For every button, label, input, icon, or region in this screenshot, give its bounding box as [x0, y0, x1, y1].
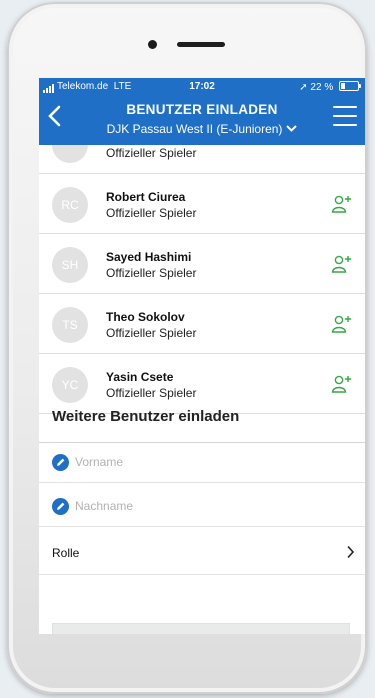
invite-player-button[interactable] [331, 254, 353, 274]
role-selector[interactable]: Rolle [39, 531, 365, 575]
add-user-icon [331, 375, 351, 393]
player-avatar: YC [52, 367, 88, 403]
pencil-icon [52, 454, 69, 471]
battery-fill [341, 83, 345, 89]
app-screen: Telekom.de LTE 17:02 ➚ 22 % BENUTZER EIN… [39, 78, 365, 634]
player-name: Theo Sokolov [106, 310, 185, 324]
player-role: Offizieller Spieler [106, 206, 197, 220]
location-icon: ➚ [299, 82, 308, 93]
battery-status: ➚ 22 % [299, 81, 361, 93]
player-row: YC Yasin Csete Offizieller Spieler [39, 354, 365, 414]
battery-icon [339, 81, 361, 91]
chevron-right-icon [346, 545, 355, 564]
player-row: TS Theo Sokolov Offizieller Spieler [39, 294, 365, 354]
invite-section-title: Weitere Benutzer einladen [52, 408, 240, 425]
app-header: Telekom.de LTE 17:02 ➚ 22 % BENUTZER EIN… [39, 78, 365, 145]
first-name-field[interactable] [39, 443, 365, 483]
page-title: BENUTZER EINLADEN [126, 102, 278, 117]
player-role: Offizieller Spieler [106, 266, 197, 280]
front-camera [148, 40, 157, 49]
player-avatar: TS [52, 307, 88, 343]
battery-percent: 22 % [310, 82, 334, 93]
menu-button[interactable] [333, 106, 357, 126]
player-avatar [52, 145, 88, 163]
pencil-icon [52, 498, 69, 515]
add-user-icon [331, 315, 351, 333]
invite-player-button[interactable] [331, 194, 353, 214]
invite-player-button[interactable] [331, 374, 353, 394]
invite-player-button[interactable] [331, 314, 353, 334]
content-area[interactable]: Offizieller Spieler RC Robert Ciurea Off… [39, 145, 365, 634]
player-row: Offizieller Spieler [39, 145, 365, 174]
player-role: Offizieller Spieler [106, 326, 197, 340]
last-name-field[interactable] [39, 487, 365, 527]
player-row: RC Robert Ciurea Offizieller Spieler [39, 174, 365, 234]
team-name: DJK Passau West II (E-Junioren) [106, 122, 283, 136]
invite-button[interactable]: Einladen [52, 623, 350, 634]
phone-frame: Telekom.de LTE 17:02 ➚ 22 % BENUTZER EIN… [7, 2, 367, 694]
status-bar: Telekom.de LTE 17:02 ➚ 22 % [39, 81, 365, 95]
player-avatar: SH [52, 247, 88, 283]
add-user-icon [331, 195, 351, 213]
first-name-input[interactable] [75, 452, 345, 472]
player-role: Offizieller Spieler [106, 146, 197, 160]
player-name: Yasin Csete [106, 370, 174, 384]
player-role: Offizieller Spieler [106, 386, 197, 400]
add-user-icon [331, 255, 351, 273]
team-selector[interactable]: DJK Passau West II (E-Junioren) [39, 121, 365, 136]
earpiece-speaker [177, 42, 225, 47]
role-label: Rolle [52, 546, 80, 560]
player-row: SH Sayed Hashimi Offizieller Spieler [39, 234, 365, 294]
player-avatar: RC [52, 187, 88, 223]
hamburger-menu-icon [333, 106, 357, 108]
chevron-down-icon [286, 121, 298, 135]
player-name: Robert Ciurea [106, 190, 186, 204]
player-name: Sayed Hashimi [106, 250, 192, 264]
last-name-input[interactable] [75, 496, 345, 516]
